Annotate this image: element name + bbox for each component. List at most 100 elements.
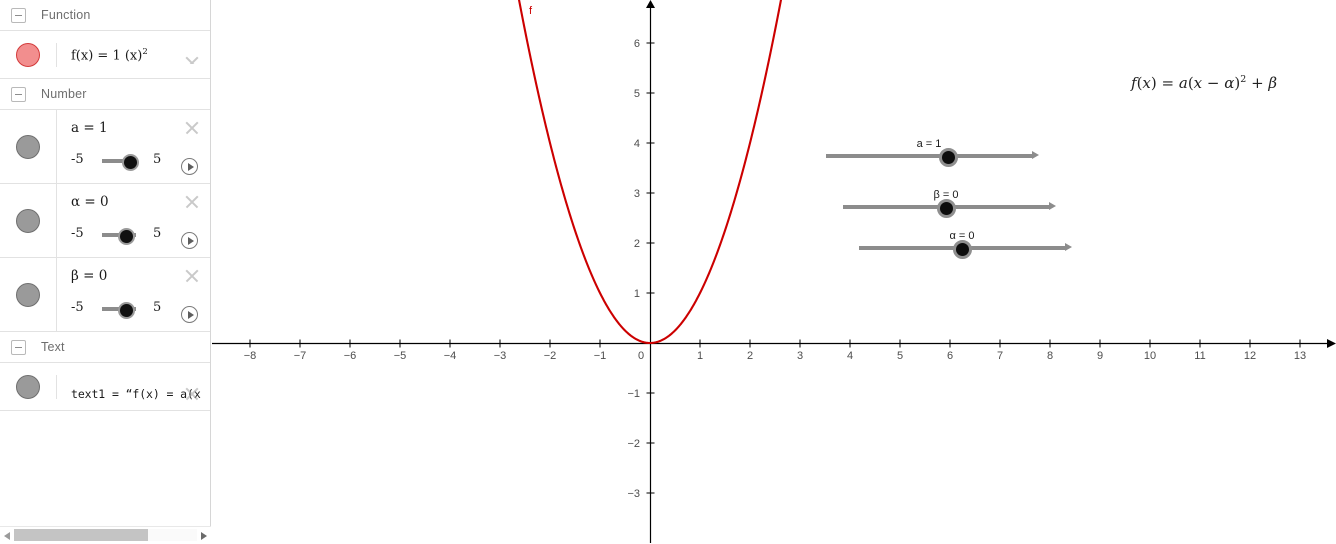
formula-a: a	[1178, 74, 1188, 92]
algebra-row-text1[interactable]: text1 = “f(x) = a(x	[0, 363, 210, 411]
visibility-toggle-function[interactable]	[0, 42, 57, 67]
close-icon[interactable]	[183, 267, 201, 285]
geogebra-window: Function f(x) = 1 (x)2 Number a = 1 -5 5…	[0, 0, 1336, 543]
y-tick-label: 6	[634, 38, 640, 50]
x-tick-label: 11	[1194, 350, 1205, 362]
y-tick-label: −2	[627, 438, 640, 450]
play-icon[interactable]	[181, 232, 198, 249]
y-tick-label: 5	[634, 88, 640, 100]
x-tick-label: 10	[1144, 350, 1156, 362]
slider-beta-control[interactable]: -5 5	[71, 298, 171, 319]
x-tick-label: −5	[394, 350, 407, 362]
x-tick-label: 0	[638, 350, 644, 362]
slider-alpha-knob[interactable]	[117, 227, 135, 245]
x-axis-arrow	[1327, 339, 1336, 348]
function-definition-cell[interactable]: f(x) = 1 (x)2	[57, 45, 210, 63]
marble-icon[interactable]	[16, 42, 40, 67]
slider-a-cell[interactable]: a = 1 -5 5	[57, 110, 210, 183]
play-icon[interactable]	[181, 306, 198, 323]
x-tick-label: −1	[594, 350, 607, 362]
play-icon[interactable]	[181, 158, 198, 175]
slider-beta-cell[interactable]: β = 0 -5 5	[57, 258, 210, 331]
x-tick-label: −3	[494, 350, 507, 362]
visibility-toggle-beta[interactable]	[0, 258, 57, 331]
close-icon[interactable]	[183, 54, 201, 63]
formula-f: f	[1131, 74, 1137, 92]
marble-icon[interactable]	[16, 208, 40, 233]
formula-alpha: α	[1224, 74, 1235, 92]
x-tick-label: 4	[847, 350, 853, 362]
x-tick-label: 1	[697, 350, 703, 362]
close-icon[interactable]	[183, 119, 201, 137]
x-tick-label: −8	[244, 350, 257, 362]
slider-a-control[interactable]: -5 5	[71, 150, 171, 171]
x-axis-ticks: −8 −7 −6 −5 −4 −3 −2 −1 0 1 2 3 4 5 6 7 8 9 10 11 12 13	[244, 339, 1306, 362]
formula-plus: +	[1246, 74, 1269, 92]
x-tick-label: 2	[747, 350, 753, 362]
slider-alpha-value-label: α = 0	[71, 194, 109, 210]
x-tick-label: 5	[897, 350, 903, 362]
scrollbar-thumb[interactable]	[14, 529, 148, 541]
close-icon[interactable]	[183, 385, 201, 401]
marble-icon[interactable]	[16, 282, 40, 307]
algebra-row-slider-alpha[interactable]: α = 0 -5 5	[0, 184, 210, 258]
slider-alpha-cell[interactable]: α = 0 -5 5	[57, 184, 210, 257]
collapse-toggle-icon[interactable]	[11, 339, 26, 355]
graph-slider-alpha-knob[interactable]	[952, 240, 972, 259]
graph-slider-beta-arrow-icon	[1049, 201, 1056, 210]
algebra-row-slider-a[interactable]: a = 1 -5 5	[0, 110, 210, 184]
algebra-row-slider-beta[interactable]: β = 0 -5 5	[0, 258, 210, 332]
y-tick-label: 2	[634, 238, 640, 250]
algebra-row-function[interactable]: f(x) = 1 (x)2	[0, 31, 210, 79]
sidebar-horizontal-scrollbar[interactable]	[0, 526, 211, 543]
slider-alpha-max: 5	[153, 226, 162, 241]
x-tick-label: 12	[1244, 350, 1256, 362]
y-tick-label: 3	[634, 188, 640, 200]
scrollbar-trough[interactable]	[14, 529, 197, 541]
graph-slider-a-label: a = 1	[916, 138, 942, 150]
group-title-number: Number	[41, 87, 87, 101]
slider-alpha-control[interactable]: -5 5	[71, 224, 171, 245]
group-header-number[interactable]: Number	[0, 79, 210, 110]
group-title-function: Function	[41, 8, 91, 22]
visibility-toggle-a[interactable]	[0, 110, 57, 183]
slider-beta-max: 5	[153, 300, 162, 315]
slider-beta-min: -5	[71, 300, 84, 315]
y-axis-arrow	[646, 0, 655, 8]
graph-slider-a-track[interactable]	[826, 154, 1032, 158]
x-tick-label: −7	[294, 350, 307, 362]
formula-minus: −	[1202, 74, 1225, 92]
group-header-function[interactable]: Function	[0, 0, 210, 31]
graph-slider-a-knob[interactable]	[939, 148, 959, 167]
formula-caption: f(x) = a(x − α)2 + β	[1131, 74, 1278, 92]
curve-label-f: f	[529, 5, 533, 17]
collapse-toggle-icon[interactable]	[11, 86, 26, 102]
scroll-left-icon[interactable]	[0, 527, 14, 544]
slider-beta-knob[interactable]	[117, 301, 135, 319]
x-tick-label: 6	[947, 350, 953, 362]
x-tick-label: 9	[1097, 350, 1103, 362]
marble-icon[interactable]	[16, 374, 40, 399]
text1-cell[interactable]: text1 = “f(x) = a(x	[57, 373, 210, 401]
slider-beta-value-label: β = 0	[71, 268, 108, 284]
graph-slider-a-arrow-icon	[1032, 150, 1039, 159]
graph-slider-beta-knob[interactable]	[936, 199, 956, 218]
slider-a-value-label: a = 1	[71, 120, 108, 136]
graph-slider-alpha-arrow-icon	[1065, 242, 1072, 251]
y-tick-label: −3	[627, 488, 640, 500]
graphics-view[interactable]: −8 −7 −6 −5 −4 −3 −2 −1 0 1 2 3 4 5 6 7 8 9 10 11 12 13 −3 −2−…	[212, 0, 1336, 543]
slider-a-min: -5	[71, 152, 84, 167]
algebra-sidebar: Function f(x) = 1 (x)2 Number a = 1 -5 5…	[0, 0, 211, 543]
slider-a-knob[interactable]	[121, 153, 139, 171]
visibility-toggle-text1[interactable]	[0, 374, 57, 399]
y-tick-label: 4	[634, 138, 640, 150]
visibility-toggle-alpha[interactable]	[0, 184, 57, 257]
collapse-toggle-icon[interactable]	[11, 7, 26, 23]
x-tick-label: 7	[997, 350, 1003, 362]
close-icon[interactable]	[183, 193, 201, 211]
group-header-text[interactable]: Text	[0, 332, 210, 363]
x-tick-label: 3	[797, 350, 803, 362]
marble-icon[interactable]	[16, 134, 40, 159]
scroll-right-icon[interactable]	[197, 527, 211, 544]
y-tick-label: −1	[627, 388, 640, 400]
